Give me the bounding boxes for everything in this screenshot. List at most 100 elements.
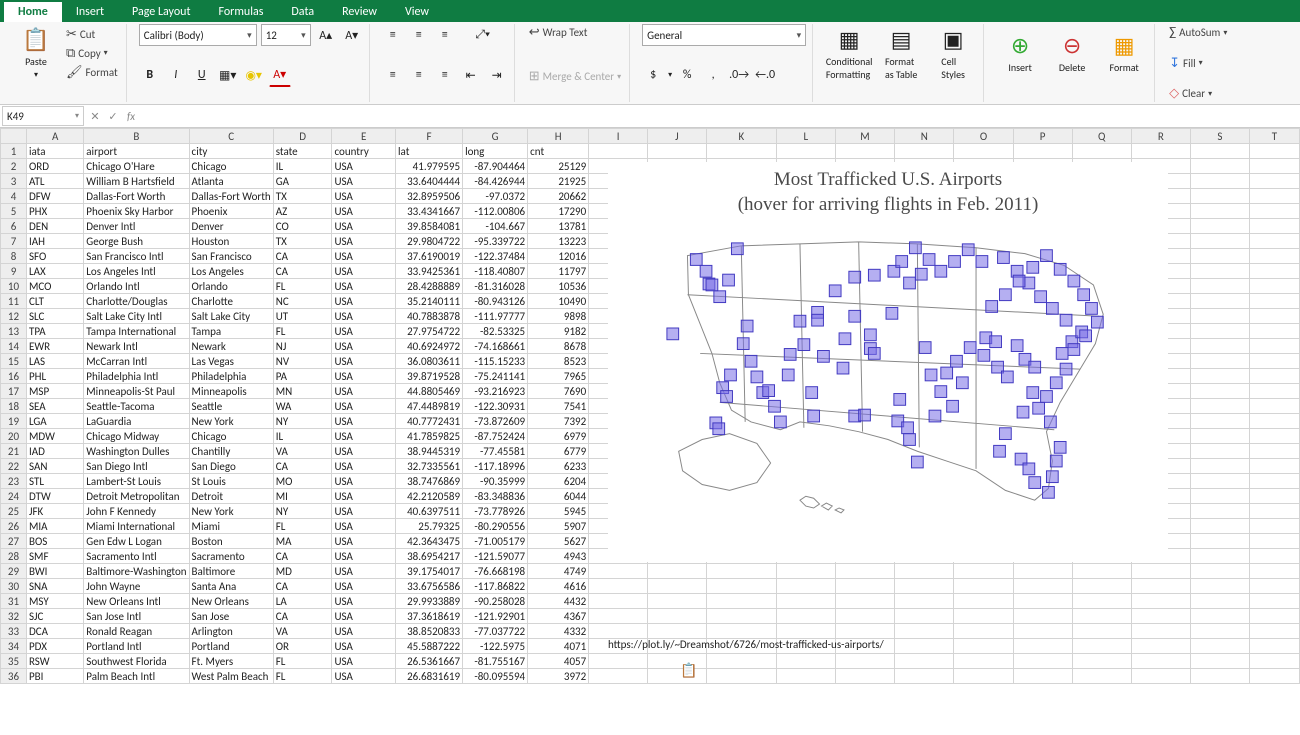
- cell-C9[interactable]: Los Angeles: [189, 264, 273, 279]
- cell-G9[interactable]: -118.40807: [463, 264, 528, 279]
- cell-D14[interactable]: NJ: [273, 339, 332, 354]
- cell-C15[interactable]: Las Vegas: [189, 354, 273, 369]
- row-header-26[interactable]: 26: [1, 519, 27, 534]
- cell-D23[interactable]: MO: [273, 474, 332, 489]
- cell-H27[interactable]: 5627: [528, 534, 589, 549]
- cell-I30[interactable]: [589, 579, 648, 594]
- cell-E5[interactable]: USA: [332, 204, 396, 219]
- cell-A14[interactable]: EWR: [26, 339, 83, 354]
- row-header-18[interactable]: 18: [1, 399, 27, 414]
- cell-D15[interactable]: NV: [273, 354, 332, 369]
- col-header-G[interactable]: G: [463, 129, 528, 144]
- cell-G35[interactable]: -81.755167: [463, 654, 528, 669]
- row-header-29[interactable]: 29: [1, 564, 27, 579]
- cell-B34[interactable]: Portland Intl: [84, 639, 189, 654]
- cell-T28[interactable]: [1249, 549, 1299, 564]
- cell-G13[interactable]: -82.53325: [463, 324, 528, 339]
- cell-G29[interactable]: -76.668198: [463, 564, 528, 579]
- cell-D19[interactable]: NY: [273, 414, 332, 429]
- cell-G2[interactable]: -87.904464: [463, 159, 528, 174]
- cell-G23[interactable]: -90.35999: [463, 474, 528, 489]
- cell-S36[interactable]: [1190, 669, 1249, 684]
- cell-F26[interactable]: 25.79325: [396, 519, 463, 534]
- cell-B9[interactable]: Los Angeles Intl: [84, 264, 189, 279]
- col-header-A[interactable]: A: [26, 129, 83, 144]
- cell-D11[interactable]: NC: [273, 294, 332, 309]
- cell-D8[interactable]: CA: [273, 249, 332, 264]
- cell-J32[interactable]: [648, 609, 707, 624]
- cell-E1[interactable]: country: [332, 144, 396, 159]
- cell-B11[interactable]: Charlotte/Douglas: [84, 294, 189, 309]
- format-painter-button[interactable]: 🖌Format: [64, 64, 120, 81]
- cell-S13[interactable]: [1190, 324, 1249, 339]
- cell-G5[interactable]: -112.00806: [463, 204, 528, 219]
- row-header-5[interactable]: 5: [1, 204, 27, 219]
- row-header-24[interactable]: 24: [1, 489, 27, 504]
- cell-F34[interactable]: 45.5887222: [396, 639, 463, 654]
- select-all-cell[interactable]: [1, 129, 27, 144]
- cell-T20[interactable]: [1249, 429, 1299, 444]
- cell-B12[interactable]: Salt Lake City Intl: [84, 309, 189, 324]
- cell-H24[interactable]: 6044: [528, 489, 589, 504]
- cell-G25[interactable]: -73.778926: [463, 504, 528, 519]
- cell-A3[interactable]: ATL: [26, 174, 83, 189]
- cell-G12[interactable]: -111.97777: [463, 309, 528, 324]
- cell-T5[interactable]: [1249, 204, 1299, 219]
- cell-B13[interactable]: Tampa International: [84, 324, 189, 339]
- cell-E33[interactable]: USA: [332, 624, 396, 639]
- cell-C21[interactable]: Chantilly: [189, 444, 273, 459]
- cell-T15[interactable]: [1249, 354, 1299, 369]
- cell-B33[interactable]: Ronald Reagan: [84, 624, 189, 639]
- cell-F29[interactable]: 39.1754017: [396, 564, 463, 579]
- fill-color-button[interactable]: ◉▾: [243, 64, 265, 86]
- cell-O34[interactable]: [954, 639, 1013, 654]
- cell-G14[interactable]: -74.168661: [463, 339, 528, 354]
- tab-data[interactable]: Data: [277, 2, 328, 22]
- cell-F4[interactable]: 32.8959506: [396, 189, 463, 204]
- cell-D32[interactable]: CA: [273, 609, 332, 624]
- cell-C2[interactable]: Chicago: [189, 159, 273, 174]
- cell-E31[interactable]: USA: [332, 594, 396, 609]
- cell-T11[interactable]: [1249, 294, 1299, 309]
- cell-E30[interactable]: USA: [332, 579, 396, 594]
- cell-A16[interactable]: PHL: [26, 369, 83, 384]
- cell-B2[interactable]: Chicago O'Hare: [84, 159, 189, 174]
- decrease-font-icon[interactable]: A▾: [341, 24, 363, 46]
- conditional-formatting-button[interactable]: ▦Conditional Formatting: [825, 26, 873, 81]
- cell-S9[interactable]: [1190, 264, 1249, 279]
- cell-F36[interactable]: 26.6831619: [396, 669, 463, 684]
- cell-Q29[interactable]: [1072, 564, 1131, 579]
- row-header-28[interactable]: 28: [1, 549, 27, 564]
- cell-A15[interactable]: LAS: [26, 354, 83, 369]
- cell-F1[interactable]: lat: [396, 144, 463, 159]
- cell-D22[interactable]: CA: [273, 459, 332, 474]
- cell-C24[interactable]: Detroit: [189, 489, 273, 504]
- cell-H26[interactable]: 5907: [528, 519, 589, 534]
- cell-A29[interactable]: BWI: [26, 564, 83, 579]
- cell-G11[interactable]: -80.943126: [463, 294, 528, 309]
- cell-B20[interactable]: Chicago Midway: [84, 429, 189, 444]
- cell-A9[interactable]: LAX: [26, 264, 83, 279]
- row-header-33[interactable]: 33: [1, 624, 27, 639]
- cell-E21[interactable]: USA: [332, 444, 396, 459]
- cell-R32[interactable]: [1131, 609, 1190, 624]
- col-header-C[interactable]: C: [189, 129, 273, 144]
- row-header-20[interactable]: 20: [1, 429, 27, 444]
- row-header-13[interactable]: 13: [1, 324, 27, 339]
- cell-L35[interactable]: [776, 654, 835, 669]
- cell-G1[interactable]: long: [463, 144, 528, 159]
- cell-Q1[interactable]: [1072, 144, 1131, 159]
- cell-F16[interactable]: 39.8719528: [396, 369, 463, 384]
- cell-D17[interactable]: MN: [273, 384, 332, 399]
- cell-S30[interactable]: [1190, 579, 1249, 594]
- cell-G22[interactable]: -117.18996: [463, 459, 528, 474]
- cell-S15[interactable]: [1190, 354, 1249, 369]
- cell-S20[interactable]: [1190, 429, 1249, 444]
- cell-styles-button[interactable]: ▣Cell Styles: [929, 26, 977, 81]
- cell-G20[interactable]: -87.752424: [463, 429, 528, 444]
- cell-B5[interactable]: Phoenix Sky Harbor: [84, 204, 189, 219]
- row-header-31[interactable]: 31: [1, 594, 27, 609]
- cell-C12[interactable]: Salt Lake City: [189, 309, 273, 324]
- cell-H13[interactable]: 9182: [528, 324, 589, 339]
- cell-G3[interactable]: -84.426944: [463, 174, 528, 189]
